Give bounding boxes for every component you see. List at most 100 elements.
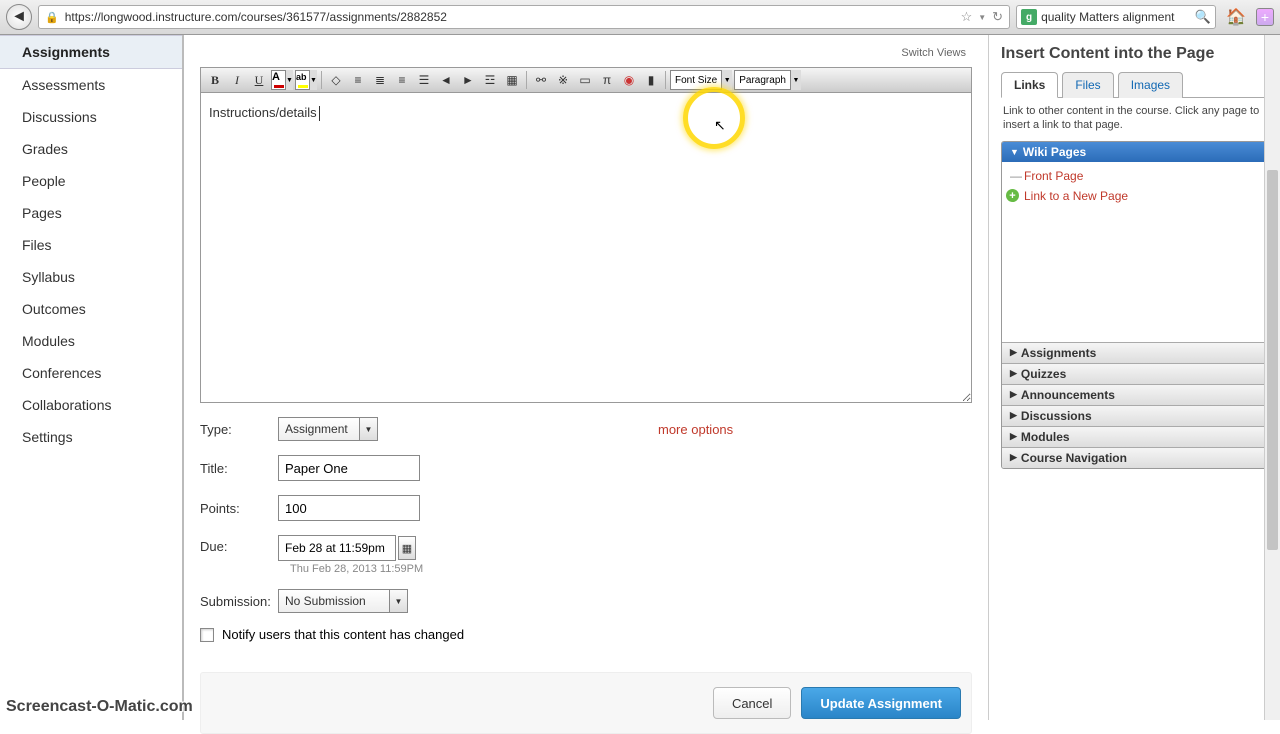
notify-checkbox[interactable]	[200, 628, 214, 642]
acc-modules[interactable]: ▶Modules	[1002, 426, 1267, 447]
plus-icon: +	[1006, 189, 1019, 202]
link-front-page[interactable]: —Front Page	[1002, 166, 1267, 186]
page-scrollbar[interactable]	[1264, 35, 1280, 720]
align-left-button[interactable]: ≡	[348, 70, 368, 90]
acc-wiki-pages[interactable]: ▼Wiki Pages	[1002, 142, 1267, 162]
align-right-button[interactable]: ≡	[392, 70, 412, 90]
italic-button[interactable]: I	[227, 70, 247, 90]
bold-button[interactable]: B	[205, 70, 225, 90]
acc-discussions[interactable]: ▶Discussions	[1002, 405, 1267, 426]
type-label: Type:	[200, 422, 278, 437]
update-button[interactable]: Update Assignment	[801, 687, 961, 719]
nav-assessments[interactable]: Assessments	[0, 69, 182, 101]
table-button[interactable]: ▦	[502, 70, 522, 90]
editor-toolbar: B I U A▼ ab▼ ◇ ≡ ≣ ≡ ☰ ◄ ► ☲ ▦ ⚯ ※ ▭ π ◉…	[200, 67, 972, 93]
lock-icon: 🔒	[45, 11, 59, 24]
equation-button[interactable]: π	[597, 70, 617, 90]
unlink-button[interactable]: ※	[553, 70, 573, 90]
align-center-button[interactable]: ≣	[370, 70, 390, 90]
nav-collaborations[interactable]: Collaborations	[0, 389, 182, 421]
acc-course-navigation[interactable]: ▶Course Navigation	[1002, 447, 1267, 468]
indent-button[interactable]: ►	[458, 70, 478, 90]
browser-toolbar: ◄ 🔒 https://longwood.instructure.com/cou…	[0, 0, 1280, 35]
bullet-list-button[interactable]: ☰	[414, 70, 434, 90]
type-select[interactable]: Assignment▼	[278, 417, 378, 441]
button-bar: Cancel Update Assignment	[200, 672, 972, 734]
main-content: Switch Views B I U A▼ ab▼ ◇ ≡ ≣ ≡ ☰ ◄ ► …	[184, 35, 988, 720]
link-new-page[interactable]: +Link to a New Page	[1002, 186, 1267, 206]
home-icon[interactable]: 🏠	[1222, 7, 1250, 27]
cancel-button[interactable]: Cancel	[713, 687, 791, 719]
chevron-right-icon: ▶	[1010, 389, 1017, 400]
tab-files[interactable]: Files	[1062, 72, 1113, 98]
acc-assignments[interactable]: ▶Assignments	[1002, 342, 1267, 363]
panel-help: Link to other content in the course. Cli…	[1001, 98, 1268, 141]
nav-modules[interactable]: Modules	[0, 325, 182, 357]
embed-button[interactable]: ◉	[619, 70, 639, 90]
scroll-thumb[interactable]	[1267, 170, 1278, 550]
chevron-right-icon: ▶	[1010, 347, 1017, 358]
clear-format-button[interactable]: ◇	[326, 70, 346, 90]
chevron-right-icon: ▶	[1010, 410, 1017, 421]
image-button[interactable]: ▭	[575, 70, 595, 90]
course-nav: Assignments Assessments Discussions Grad…	[0, 35, 184, 720]
nav-pages[interactable]: Pages	[0, 197, 182, 229]
nav-settings[interactable]: Settings	[0, 421, 182, 453]
nav-files[interactable]: Files	[0, 229, 182, 261]
google-icon: g	[1021, 9, 1037, 25]
calendar-icon[interactable]: ▦	[398, 536, 416, 560]
more-options-link[interactable]: more options	[658, 422, 733, 437]
record-button[interactable]: ▮	[641, 70, 661, 90]
nav-conferences[interactable]: Conferences	[0, 357, 182, 389]
back-button[interactable]: ◄	[6, 4, 32, 30]
title-label: Title:	[200, 461, 278, 476]
acc-announcements[interactable]: ▶Announcements	[1002, 384, 1267, 405]
nav-assignments[interactable]: Assignments	[0, 35, 182, 69]
switch-views-link[interactable]: Switch Views	[901, 47, 966, 59]
due-input[interactable]	[278, 535, 396, 561]
reload-icon[interactable]: ↻	[992, 9, 1003, 25]
text-color-button[interactable]: A▼	[271, 70, 293, 90]
acc-body: —Front Page +Link to a New Page	[1002, 162, 1267, 342]
chevron-right-icon: ▶	[1010, 431, 1017, 442]
number-list-button[interactable]: ☲	[480, 70, 500, 90]
bookmark-icon[interactable]: ☆	[961, 9, 973, 25]
nav-grades[interactable]: Grades	[0, 133, 182, 165]
nav-people[interactable]: People	[0, 165, 182, 197]
nav-outcomes[interactable]: Outcomes	[0, 293, 182, 325]
search-box[interactable]: g quality Matters alignment 🔍	[1016, 5, 1216, 29]
acc-quizzes[interactable]: ▶Quizzes	[1002, 363, 1267, 384]
chevron-down-icon: ▼	[1010, 147, 1019, 157]
submission-select[interactable]: No Submission▼	[278, 589, 408, 613]
nav-discussions[interactable]: Discussions	[0, 101, 182, 133]
due-label: Due:	[200, 535, 278, 554]
title-input[interactable]	[278, 455, 420, 481]
underline-button[interactable]: U	[249, 70, 269, 90]
font-size-select[interactable]: Font Size▼	[670, 70, 732, 90]
nav-syllabus[interactable]: Syllabus	[0, 261, 182, 293]
notify-label: Notify users that this content has chang…	[222, 627, 464, 642]
panel-title: Insert Content into the Page	[1001, 41, 1268, 71]
url-text: https://longwood.instructure.com/courses…	[65, 10, 955, 24]
chevron-right-icon: ▶	[1010, 452, 1017, 463]
editor-content: Instructions/details	[209, 105, 317, 120]
editor-textarea[interactable]: Instructions/details	[200, 93, 972, 403]
bg-color-button[interactable]: ab▼	[295, 70, 317, 90]
chevron-right-icon: ▶	[1010, 368, 1017, 379]
link-button[interactable]: ⚯	[531, 70, 551, 90]
paragraph-select[interactable]: Paragraph▼	[734, 70, 801, 90]
tab-links[interactable]: Links	[1001, 72, 1058, 98]
outdent-button[interactable]: ◄	[436, 70, 456, 90]
links-accordion: ▼Wiki Pages —Front Page +Link to a New P…	[1001, 141, 1268, 469]
search-text: quality Matters alignment	[1041, 10, 1191, 24]
watermark: Screencast-O-Matic.com	[6, 698, 193, 716]
url-bar[interactable]: 🔒 https://longwood.instructure.com/cours…	[38, 5, 1010, 29]
submission-label: Submission:	[200, 594, 278, 609]
addon-icon[interactable]: +	[1256, 8, 1274, 26]
search-icon[interactable]: 🔍	[1195, 9, 1211, 25]
tab-images[interactable]: Images	[1118, 72, 1183, 98]
points-input[interactable]	[278, 495, 420, 521]
panel-tabs: Links Files Images	[1001, 71, 1268, 98]
dropdown-icon[interactable]: ▼	[978, 13, 986, 22]
due-hint: Thu Feb 28, 2013 11:59PM	[290, 563, 423, 575]
